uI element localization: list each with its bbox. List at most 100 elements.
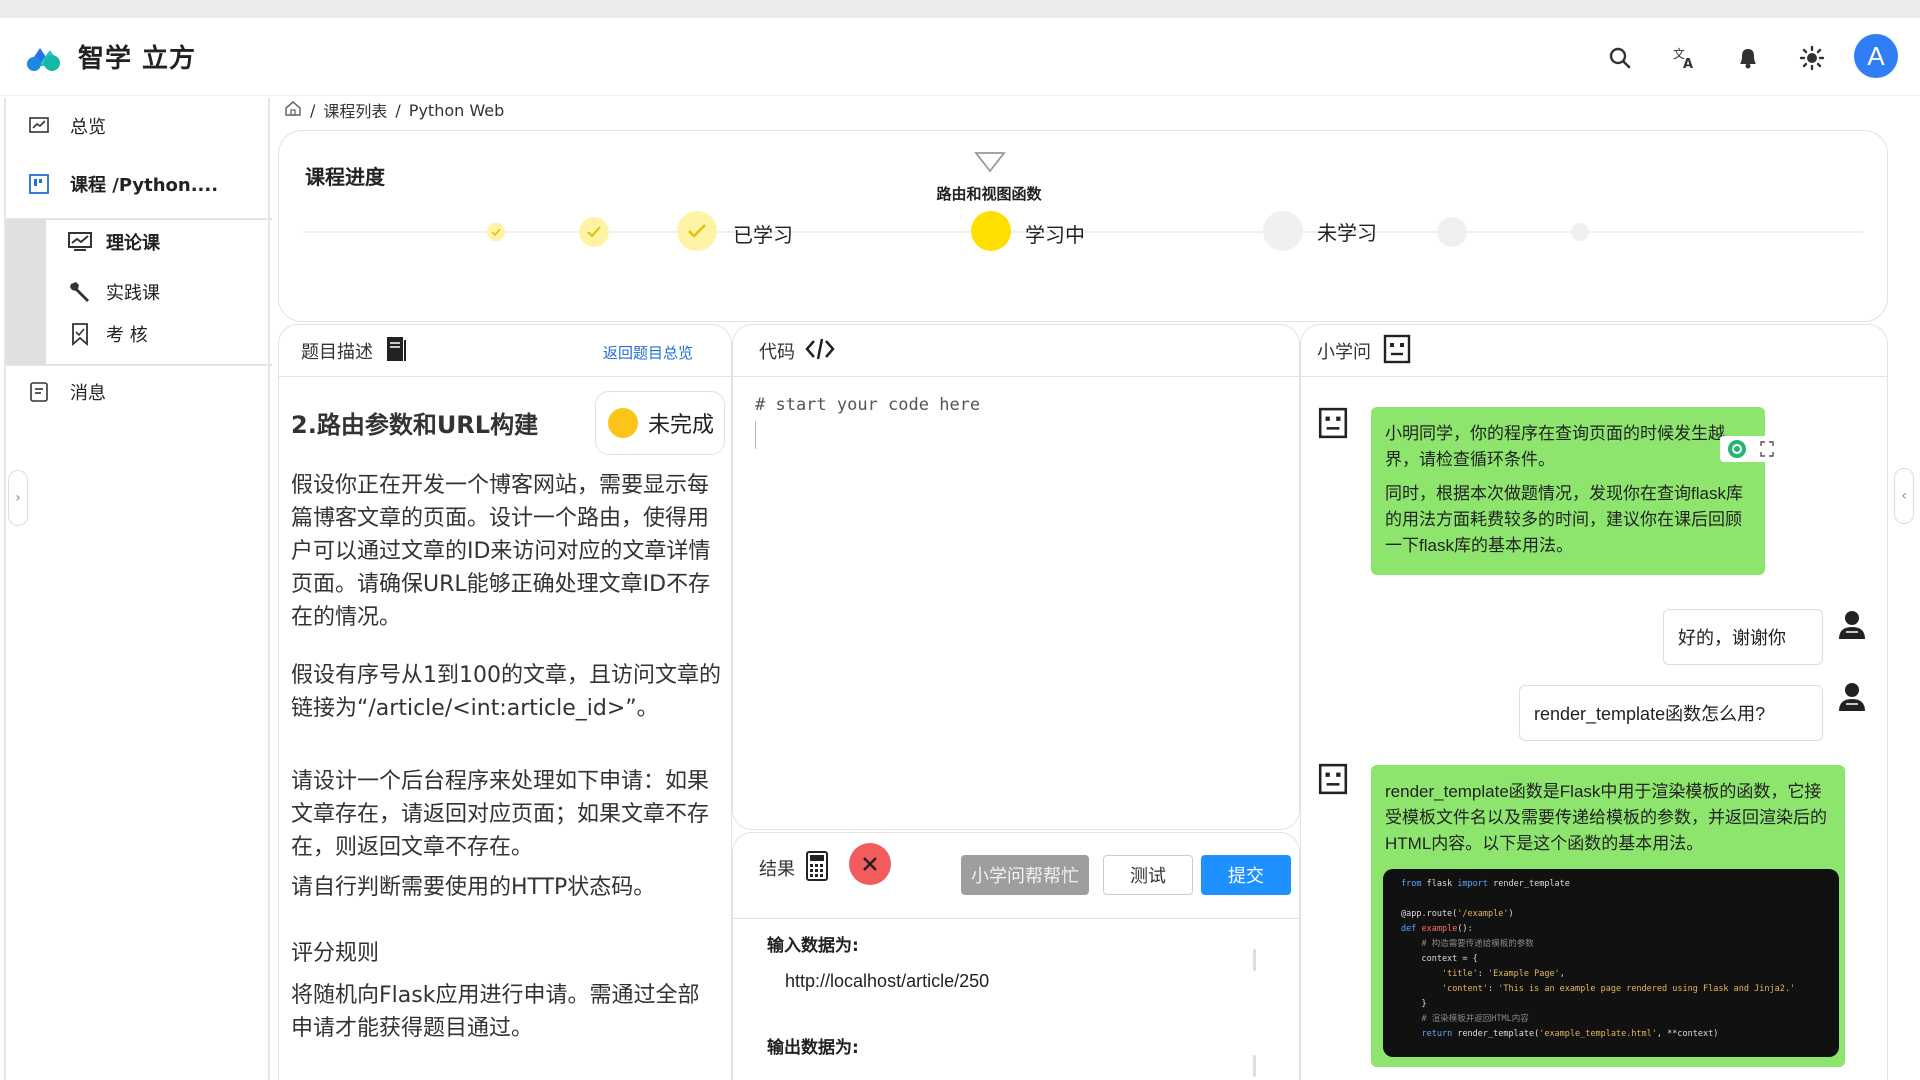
sidebar-item-course[interactable]: 课程 /Python.... (6, 160, 272, 208)
current-pointer-icon (974, 152, 1006, 173)
result-header: 结果 小学问帮帮忙 测试 提交 (733, 833, 1299, 919)
code-snippet: from flask import render_template @app.r… (1383, 869, 1839, 1057)
description-paragraph: 请设计一个后台程序来处理如下申请：如果文章存在，请返回对应页面；如果文章不存在，… (291, 769, 710, 860)
sidebar-item-practice[interactable]: 实践课 (46, 272, 272, 312)
result-panel: 结果 小学问帮帮忙 测试 提交 输入数据为: http://localhost/… (732, 832, 1300, 1080)
step-learned[interactable] (579, 217, 609, 247)
submit-button[interactable]: 提交 (1201, 855, 1291, 895)
sidebar-item-theory[interactable]: 理论课 (46, 222, 272, 262)
sidebar-item-exam[interactable]: 考 核 (46, 314, 272, 354)
dashboard-icon (28, 115, 50, 137)
step-learning[interactable] (971, 211, 1011, 251)
description-paragraph: 请自行判断需要使用的HTTP状态码。 (291, 875, 656, 900)
search-icon[interactable] (1602, 40, 1638, 76)
panel-title: 小学问 (1317, 341, 1371, 363)
learning-label: 学习中 (1025, 223, 1085, 247)
divider (6, 364, 272, 366)
app-logo-icon (27, 48, 60, 71)
floating-translate-widget[interactable] (1720, 436, 1780, 462)
theme-icon[interactable] (1794, 40, 1830, 76)
user-message: 好的，谢谢你 (1663, 609, 1823, 665)
panel-header: 小学问 (1301, 325, 1887, 377)
panel-title: 结果 (759, 859, 795, 880)
user-icon (1839, 683, 1865, 711)
message-line: 同时，根据本次做题情况，发现你在查询flask库的用法方面耗费较多的时间，建议你… (1385, 484, 1743, 555)
scrollbar[interactable] (1253, 1055, 1256, 1077)
document-icon (385, 336, 407, 366)
description-paragraph: 假设有序号从1到100的文章，且访问文章的链接为“/article/<int:a… (291, 663, 721, 721)
calculator-icon (805, 851, 829, 885)
status-dot (608, 408, 638, 438)
breadcrumb-courses[interactable]: 课程列表 (323, 98, 387, 122)
status-badge: 未完成 (595, 391, 725, 455)
window-top-strip (0, 0, 1920, 18)
message-line: render_template函数是Flask中用于渲染模板的函数，它接受模板文… (1385, 782, 1827, 853)
scoring-rules-heading: 评分规则 (291, 941, 380, 966)
robot-icon (1318, 407, 1348, 439)
test-button[interactable]: 测试 (1103, 855, 1193, 895)
bell-icon[interactable] (1730, 40, 1766, 76)
chart-icon (68, 230, 92, 254)
expand-icon[interactable] (1759, 441, 1774, 457)
fail-status-icon (849, 843, 891, 885)
breadcrumb-separator: / (310, 100, 316, 120)
submenu-indicator (6, 218, 46, 366)
panel-header: 题目描述 返回题目总览 (279, 325, 731, 377)
assistant-chat-panel: 小学问 小明同学，你的程序在查询页面的时候发生越界，请检查循环条件。 同时，根据… (1300, 324, 1888, 1080)
panel-header: 代码 (733, 325, 1299, 377)
svg-text:A: A (1683, 57, 1693, 71)
unlearned-label: 未学习 (1317, 221, 1377, 245)
message-icon (28, 381, 50, 403)
step-unlearned[interactable] (1263, 211, 1303, 251)
step-unlearned[interactable] (1571, 223, 1589, 241)
message-line: 小明同学，你的程序在查询页面的时候发生越界，请检查循环条件。 (1385, 424, 1725, 469)
translate-widget-icon[interactable] (1727, 439, 1747, 459)
sidebar-item-overview[interactable]: 总览 (6, 102, 272, 150)
step-unlearned[interactable] (1437, 217, 1467, 247)
code-editor-panel: 代码 # start your code here (732, 324, 1300, 830)
breadcrumb-separator: / (395, 100, 401, 120)
step-learned[interactable] (487, 223, 505, 241)
back-to-overview-link[interactable]: 返回题目总览 (603, 342, 693, 363)
user-message: render_template函数怎么用? (1519, 685, 1823, 741)
current-topic-label: 路由和视图函数 (936, 185, 1042, 203)
home-icon[interactable] (284, 100, 302, 120)
sidebar-item-label: 总览 (70, 117, 106, 138)
top-header: 智学 立方 文A A (0, 18, 1920, 96)
code-icon (805, 337, 835, 365)
bot-message: 小明同学，你的程序在查询页面的时候发生越界，请检查循环条件。 同时，根据本次做题… (1371, 407, 1765, 575)
input-data-value: http://localhost/article/250 (785, 971, 990, 991)
bookmark-icon (68, 322, 92, 346)
divider (6, 218, 272, 220)
sidebar-item-label: 实践课 (106, 283, 160, 304)
app-title: 智学 立方 (78, 44, 197, 74)
input-data-label: 输入数据为: (767, 936, 859, 956)
sidebar-item-label: 考 核 (106, 325, 148, 346)
course-submenu: 理论课 实践课 考 核 (6, 218, 272, 366)
breadcrumb-current: Python Web (408, 100, 505, 120)
sidebar-expand-handle[interactable]: › (8, 470, 28, 526)
translate-icon[interactable]: 文A (1666, 40, 1702, 76)
description-paragraph: 假设你正在开发一个博客网站，需要显示每篇博客文章的页面。设计一个路由，使得用户可… (291, 473, 711, 630)
course-progress-card: 课程进度 路由和视图函数 已学习 学习中 未学习 (278, 130, 1888, 322)
panel-title: 题目描述 (301, 341, 373, 363)
question-description-panel: 题目描述 返回题目总览 2.路由参数和URL构建 未完成 假设你正在开发一个博客… (278, 324, 732, 1080)
sidebar-item-label: 消息 (70, 383, 106, 404)
robot-icon (1383, 334, 1411, 368)
user-icon (1839, 611, 1865, 639)
robot-icon (1318, 763, 1348, 795)
sidebar-item-messages[interactable]: 消息 (6, 368, 272, 416)
scrollbar[interactable] (1253, 949, 1256, 971)
sidebar-item-label: 理论课 (106, 233, 160, 254)
sidebar: 总览 课程 /Python.... 理论课 实践课 考 核 消息 (4, 98, 272, 1080)
bot-message: render_template函数是Flask中用于渲染模板的函数，它接受模板文… (1371, 765, 1845, 1067)
text-cursor (755, 421, 756, 449)
user-avatar[interactable]: A (1854, 34, 1898, 78)
progress-title: 课程进度 (305, 165, 385, 189)
code-editor[interactable]: # start your code here (755, 395, 980, 415)
breadcrumb: / 课程列表 / Python Web (284, 98, 504, 122)
ai-help-button[interactable]: 小学问帮帮忙 (961, 855, 1089, 895)
course-icon (28, 173, 50, 195)
right-panel-collapse-handle[interactable]: ‹ (1894, 468, 1914, 524)
step-learned[interactable] (677, 211, 717, 251)
